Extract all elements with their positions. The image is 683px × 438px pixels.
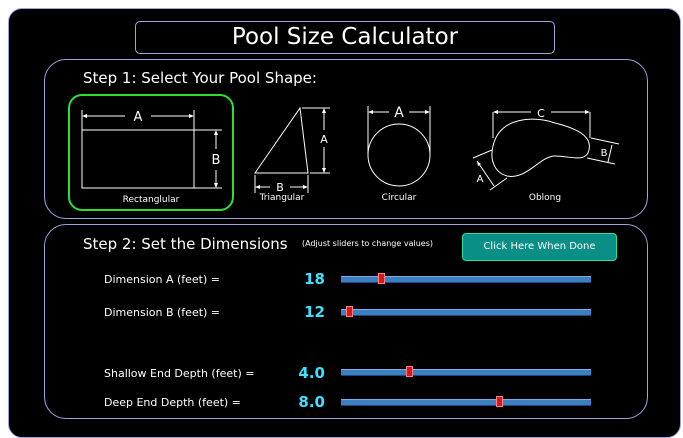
oblong-dim-a-label: A — [477, 174, 484, 185]
rect-dim-a-label: A — [134, 110, 143, 125]
shape-label-rectangular: Rectanglular — [122, 195, 180, 205]
shallow-depth-value: 4.0 — [298, 364, 325, 382]
dimension-a-value: 18 — [304, 270, 325, 288]
tri-dim-a-label: A — [320, 133, 328, 146]
deep-depth-value: 8.0 — [298, 393, 325, 411]
oblong-dim-c-label: C — [537, 107, 545, 120]
dimension-a-label: Dimension A (feet) = — [104, 273, 221, 286]
deep-depth-label: Deep End Depth (feet) = — [104, 396, 241, 409]
step1-heading: Step 1: Select Your Pool Shape: — [83, 69, 317, 87]
rect-dim-b-label: B — [212, 153, 221, 168]
dimension-b-label: Dimension B (feet) = — [104, 306, 221, 319]
shape-selection-panel: Step 1: Select Your Pool Shape: A B Rect… — [44, 59, 648, 219]
dimension-a-slider[interactable] — [341, 273, 591, 284]
shape-label-circular: Circular — [381, 193, 417, 203]
dimension-b-slider[interactable] — [341, 306, 591, 317]
dimension-b-value: 12 — [304, 303, 325, 321]
shallow-depth-label: Shallow End Depth (feet) = — [104, 367, 255, 380]
oblong-dim-b-label: B — [601, 148, 608, 159]
deep-depth-slider[interactable] — [341, 396, 591, 407]
shallow-depth-slider-thumb[interactable] — [405, 366, 413, 377]
oblong-shape-icon: C B A — [472, 107, 620, 191]
done-button[interactable]: Click Here When Done — [462, 233, 617, 261]
triangle-shape-icon: B A — [254, 106, 330, 194]
circle-dim-a-label: A — [394, 105, 404, 121]
page-title: Pool Size Calculator — [135, 21, 555, 54]
shape-triangular[interactable]: B A Triangular — [250, 100, 340, 210]
shallow-depth-slider[interactable] — [341, 366, 591, 377]
shape-label-oblong: Oblong — [528, 193, 562, 203]
circle-shape-icon: A — [367, 105, 431, 187]
deep-depth-slider-thumb[interactable] — [495, 396, 503, 407]
shape-circular[interactable]: A Circular — [361, 98, 437, 210]
rectangle-shape-icon: A B — [81, 110, 222, 189]
dimension-a-slider-thumb[interactable] — [378, 273, 385, 284]
shape-label-triangular: Triangular — [259, 193, 305, 203]
shape-rectangular[interactable]: A B Rectanglular — [68, 94, 234, 211]
shape-oblong[interactable]: C B A Oblong — [465, 98, 625, 210]
dimension-b-slider-thumb[interactable] — [345, 306, 353, 317]
step2-heading: Step 2: Set the Dimensions — [83, 235, 288, 253]
dimensions-panel: Step 2: Set the Dimensions (Adjust slide… — [44, 224, 648, 419]
slider-instructions: (Adjust sliders to change values) — [302, 239, 433, 248]
app-window: Pool Size Calculator Step 1: Select Your… — [8, 8, 681, 438]
